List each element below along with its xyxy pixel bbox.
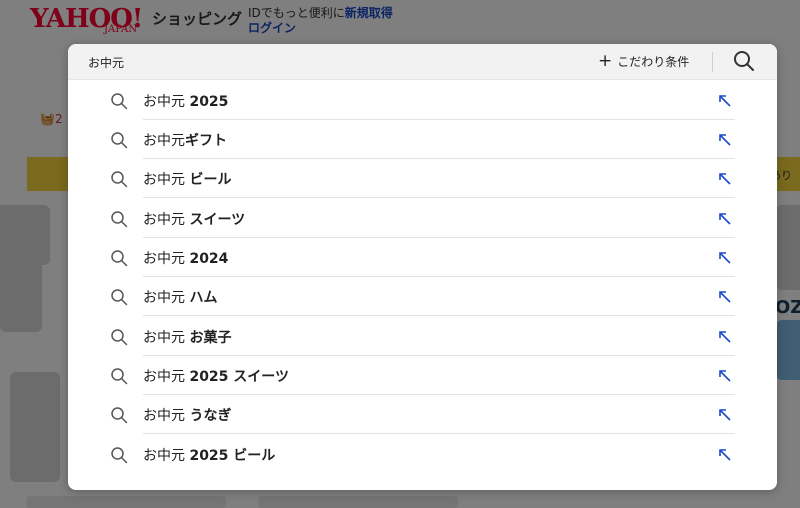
plus-icon: +	[598, 51, 613, 71]
suggestion-base: お中元	[143, 330, 190, 346]
suggestion-base: お中元	[143, 133, 185, 149]
suggestion-base: お中元	[143, 448, 190, 464]
suggestion-completion: ビール	[189, 172, 232, 188]
arrow-up-left-icon[interactable]	[718, 172, 732, 186]
suggestion-base: お中元	[143, 408, 190, 424]
search-icon	[111, 132, 128, 149]
separator	[143, 197, 735, 198]
suggestion-text: お中元 スイーツ	[143, 209, 245, 229]
arrow-up-left-icon[interactable]	[718, 408, 732, 422]
suggestion-completion: 2025	[189, 94, 229, 110]
arrow-up-left-icon[interactable]	[718, 94, 732, 108]
suggestion-item[interactable]: お中元 お菓子	[68, 317, 777, 356]
filter-conditions-label: こだわり条件	[617, 54, 690, 69]
suggestion-text: お中元 ハム	[143, 287, 217, 307]
arrow-up-left-icon[interactable]	[718, 369, 732, 383]
suggestion-base: お中元	[143, 172, 190, 188]
divider	[712, 52, 713, 72]
search-input[interactable]: お中元	[88, 54, 124, 71]
suggestion-text: お中元 お菓子	[143, 327, 231, 347]
suggestion-completion: ハム	[189, 290, 218, 306]
arrow-up-left-icon[interactable]	[718, 251, 732, 265]
search-icon	[734, 51, 754, 71]
separator	[143, 433, 735, 434]
arrow-up-left-icon[interactable]	[718, 448, 732, 462]
suggestion-completion: 2025 ビール	[189, 448, 276, 464]
suggestion-item[interactable]: お中元 2025	[68, 81, 777, 120]
arrow-up-left-icon[interactable]	[718, 212, 732, 226]
suggestion-base: お中元	[143, 369, 190, 385]
search-icon	[111, 211, 128, 228]
suggestion-text: お中元 2025 スイーツ	[143, 366, 289, 386]
suggestion-base: お中元	[143, 212, 190, 228]
suggestion-item[interactable]: お中元 2025 スイーツ	[68, 356, 777, 395]
suggestion-item[interactable]: お中元 2024	[68, 238, 777, 277]
suggestion-completion: うなぎ	[189, 408, 232, 424]
suggestion-base: お中元	[143, 251, 190, 267]
suggestion-item[interactable]: お中元ギフト	[68, 120, 777, 159]
suggestion-item[interactable]: お中元 ビール	[68, 159, 777, 198]
search-suggestion-panel: お中元 + こだわり条件 お中元 2025 お中元ギフト お中元 ビール お中元…	[68, 44, 777, 490]
suggestion-item[interactable]: お中元 ハム	[68, 277, 777, 316]
search-icon	[111, 93, 128, 110]
separator	[143, 315, 735, 316]
suggestion-completion: 2025 スイーツ	[189, 369, 290, 385]
search-icon	[111, 289, 128, 306]
suggestion-text: お中元 2025	[143, 91, 228, 111]
search-bar: お中元 + こだわり条件	[68, 44, 777, 80]
suggestion-base: お中元	[143, 290, 190, 306]
suggestion-item[interactable]: お中元 うなぎ	[68, 395, 777, 434]
arrow-up-left-icon[interactable]	[718, 290, 732, 304]
arrow-up-left-icon[interactable]	[718, 133, 732, 147]
search-icon	[111, 250, 128, 267]
suggestion-text: お中元 ビール	[143, 169, 231, 189]
filter-conditions-button[interactable]: + こだわり条件	[598, 51, 689, 71]
suggestion-completion: お菓子	[189, 330, 232, 346]
search-icon	[111, 171, 128, 188]
suggestion-text: お中元 2024	[143, 248, 228, 268]
arrow-up-left-icon[interactable]	[718, 330, 732, 344]
suggestion-completion: ギフト	[185, 133, 227, 149]
search-icon	[111, 407, 128, 424]
suggestion-completion: スイーツ	[189, 212, 246, 228]
search-icon	[111, 447, 128, 464]
suggestion-text: お中元ギフト	[143, 130, 227, 150]
suggestion-item[interactable]: お中元 2025 ビール	[68, 435, 777, 474]
search-button[interactable]	[732, 49, 756, 73]
search-icon	[111, 329, 128, 346]
suggestion-item[interactable]: お中元 スイーツ	[68, 199, 777, 238]
suggestion-text: お中元 2025 ビール	[143, 445, 275, 465]
suggestion-base: お中元	[143, 94, 190, 110]
search-icon	[111, 368, 128, 385]
suggestion-completion: 2024	[189, 251, 229, 267]
suggestion-text: お中元 うなぎ	[143, 405, 231, 425]
